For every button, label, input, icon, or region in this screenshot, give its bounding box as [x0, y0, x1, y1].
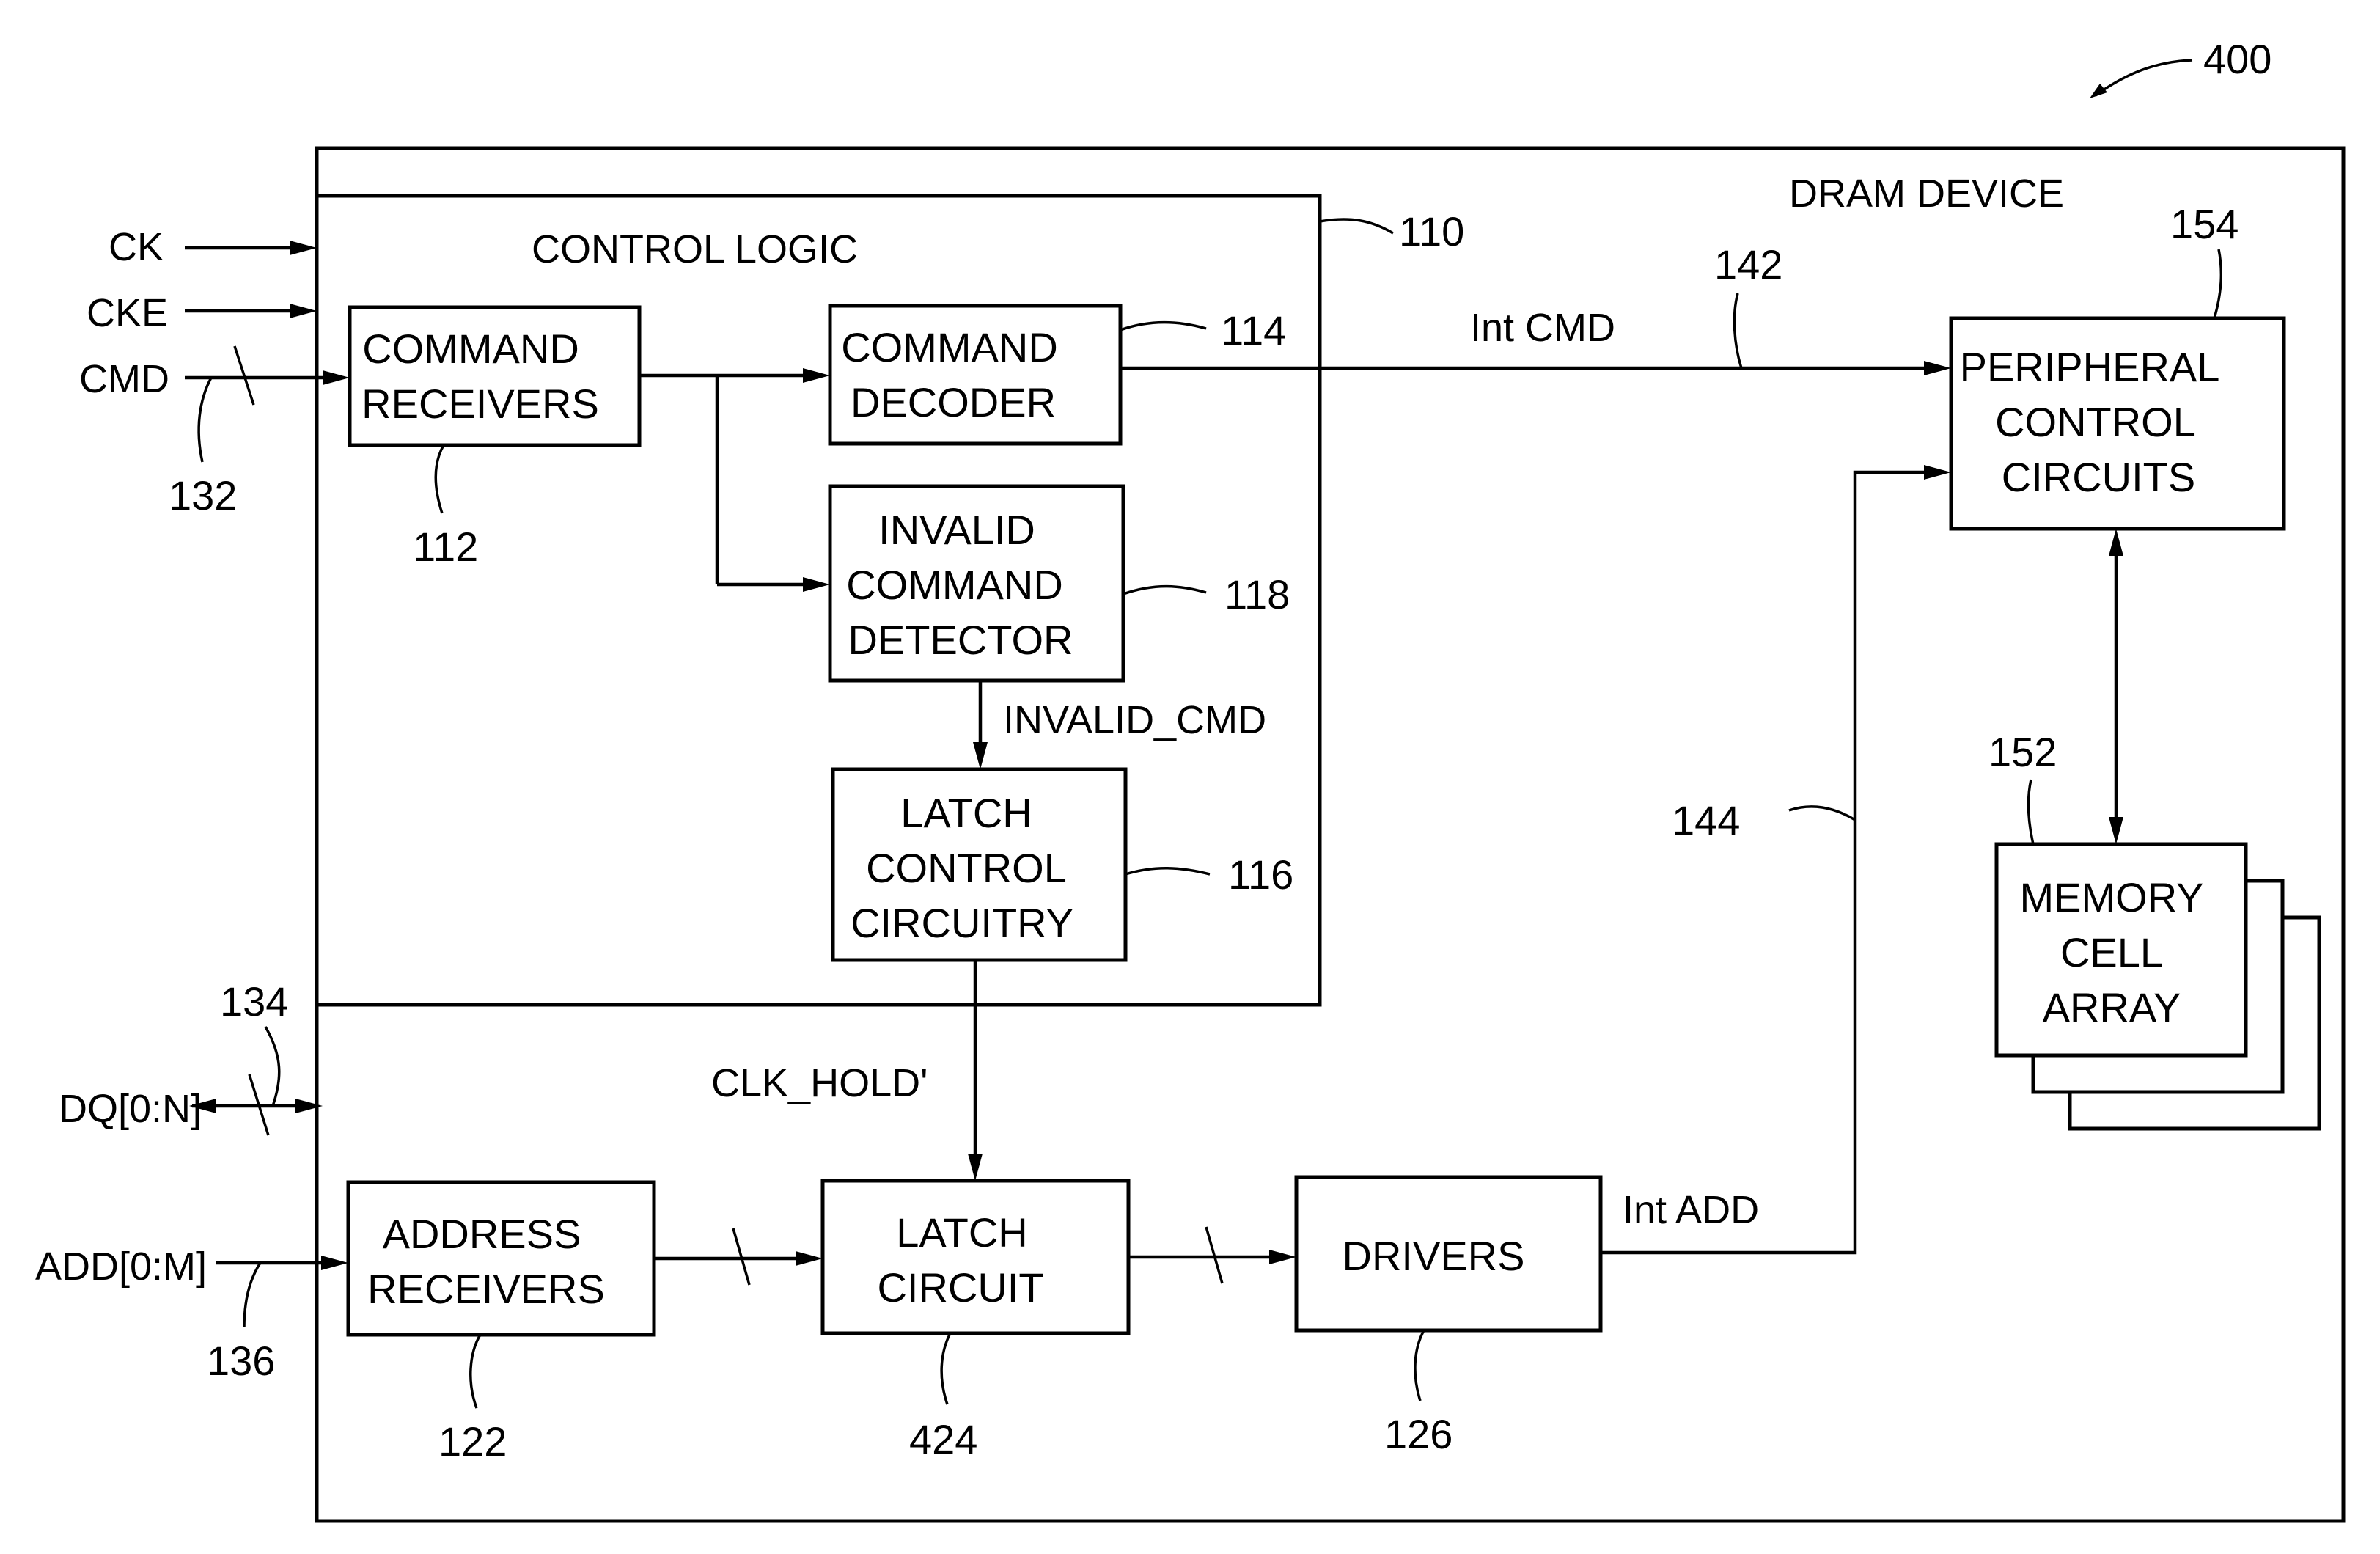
- command-receivers-line-2: RECEIVERS: [361, 381, 599, 427]
- invalid-command-detector-line-2: COMMAND: [846, 562, 1063, 608]
- cmd-rx-to-decoder-arrowhead: [803, 368, 830, 383]
- invalid-command-detector-block: INVALID COMMAND DETECTOR: [828, 484, 1125, 683]
- ck-arrowhead: [290, 241, 317, 255]
- latch-control-line-2: CONTROL: [866, 845, 1067, 891]
- int-cmd-ref-leader: [1733, 293, 1743, 369]
- drivers-ref: 126: [1384, 1411, 1452, 1457]
- figure-ref-leader: [2094, 59, 2193, 97]
- command-decoder-ref-leader: [1120, 320, 1207, 331]
- peripheral-line-2: CONTROL: [1995, 399, 2196, 445]
- clk-hold-label: CLK_HOLD': [711, 1061, 928, 1105]
- cmd-label: CMD: [79, 357, 169, 401]
- latch-control-line-1: LATCH: [900, 790, 1032, 836]
- latch-circuit-line-2: CIRCUIT: [877, 1264, 1043, 1311]
- address-receivers-block: ADDRESS RECEIVERS: [346, 1180, 656, 1337]
- peripheral-ref-leader: [2213, 249, 2223, 319]
- latch-circuit-ref-leader: [940, 1333, 952, 1405]
- dq-label: DQ[0:N]: [59, 1087, 202, 1131]
- memory-array-line-3: ARRAY: [2043, 984, 2181, 1030]
- latch-to-drivers-arrowhead: [1269, 1250, 1296, 1264]
- invalid-cmd-arrowhead: [973, 742, 988, 769]
- add-ref: 136: [207, 1338, 275, 1384]
- figure-ref-arrowhead: [2090, 84, 2107, 98]
- int-add-ref-leader: [1788, 805, 1856, 821]
- invalid-command-detector-ref: 118: [1224, 571, 1290, 617]
- latch-control-ref: 116: [1228, 851, 1293, 898]
- command-decoder-line-1: COMMAND: [841, 324, 1058, 370]
- dram-block-diagram: 400 DRAM DEVICE CONTROL LOGIC 110 CK CKE…: [35, 36, 2346, 1523]
- control-logic-ref-leader: [1319, 218, 1394, 235]
- dq-ref: 134: [220, 978, 288, 1025]
- int-add-wire: [1601, 470, 1942, 1255]
- int-cmd-arrowhead: [1924, 361, 1951, 375]
- peripheral-control-circuits-block: PERIPHERAL CONTROL CIRCUITS: [1949, 316, 2286, 531]
- addr-rx-bus-slash: [732, 1228, 751, 1286]
- address-receivers-ref: 122: [438, 1418, 507, 1465]
- peripheral-line-1: PERIPHERAL: [1960, 344, 2220, 390]
- command-receivers-ref: 112: [413, 524, 478, 570]
- drivers-line-1: DRIVERS: [1343, 1233, 1525, 1279]
- cmd-bus-slash: [233, 345, 255, 406]
- addr-rx-to-latch-arrowhead: [796, 1251, 823, 1266]
- add-label: ADD[0:M]: [35, 1245, 207, 1289]
- cmd-rx-to-detector-arrowhead: [803, 577, 830, 592]
- peripheral-line-3: CIRCUITS: [2002, 454, 2195, 500]
- invalid-cmd-label: INVALID_CMD: [1003, 698, 1266, 742]
- peripheral-array-arrowhead-up: [2109, 529, 2123, 556]
- command-decoder-ref: 114: [1221, 307, 1286, 353]
- latch-circuit-block: LATCH CIRCUIT: [820, 1179, 1131, 1335]
- peripheral-ref: 154: [2170, 201, 2238, 247]
- clk-hold-arrowhead: [968, 1154, 983, 1181]
- command-decoder-line-2: DECODER: [851, 379, 1056, 425]
- add-arrowhead: [321, 1256, 348, 1270]
- latch-circuit-ref: 424: [909, 1416, 977, 1462]
- latch-out-bus-slash: [1205, 1226, 1224, 1284]
- int-add-label: Int ADD: [1623, 1188, 1759, 1232]
- int-cmd-label: Int CMD: [1470, 306, 1615, 350]
- latch-control-circuitry-block: LATCH CONTROL CIRCUITRY: [831, 767, 1128, 962]
- address-receivers-line-1: ADDRESS: [383, 1211, 581, 1257]
- dram-device-title: DRAM DEVICE: [1789, 172, 2064, 216]
- memory-array-ref: 152: [1988, 729, 2057, 775]
- address-receivers-ref-leader: [469, 1334, 482, 1409]
- dq-ref-leader: [264, 1026, 281, 1107]
- latch-control-line-3: CIRCUITRY: [851, 900, 1073, 946]
- int-add-arrowhead: [1924, 465, 1951, 480]
- add-ref-leader: [243, 1262, 262, 1328]
- peripheral-array-arrowhead-down: [2109, 817, 2123, 844]
- latch-control-ref-leader: [1125, 867, 1211, 876]
- cke-label: CKE: [87, 291, 168, 335]
- control-logic-title: CONTROL LOGIC: [532, 227, 858, 271]
- command-decoder-block: COMMAND DECODER: [828, 304, 1123, 446]
- figure-ref-label: 400: [2203, 36, 2271, 82]
- cmd-arrowhead: [323, 370, 350, 385]
- cmd-ref: 132: [169, 472, 237, 518]
- drivers-block: DRIVERS: [1294, 1175, 1603, 1333]
- invalid-command-detector-line-3: DETECTOR: [848, 617, 1073, 663]
- invalid-command-detector-line-1: INVALID: [878, 507, 1035, 553]
- memory-cell-array-block: MEMORY CELL ARRAY: [1994, 842, 2321, 1131]
- cke-arrowhead: [290, 304, 317, 318]
- invalid-command-detector-ref-leader: [1123, 584, 1207, 595]
- memory-array-line-2: CELL: [2060, 929, 2163, 975]
- memory-array-ref-leader: [2027, 779, 2035, 845]
- command-receivers-block: COMMAND RECEIVERS: [348, 305, 642, 447]
- command-receivers-line-1: COMMAND: [362, 326, 579, 372]
- command-receivers-ref-leader: [434, 444, 445, 514]
- latch-circuit-line-1: LATCH: [896, 1209, 1027, 1256]
- drivers-ref-leader: [1414, 1330, 1425, 1401]
- cmd-ref-leader: [197, 377, 213, 463]
- int-add-ref: 144: [1672, 797, 1740, 843]
- ck-label: CK: [109, 225, 164, 269]
- address-receivers-line-2: RECEIVERS: [367, 1266, 605, 1312]
- int-cmd-ref: 142: [1714, 241, 1782, 287]
- control-logic-ref: 110: [1399, 208, 1464, 254]
- memory-array-line-1: MEMORY: [2020, 874, 2204, 920]
